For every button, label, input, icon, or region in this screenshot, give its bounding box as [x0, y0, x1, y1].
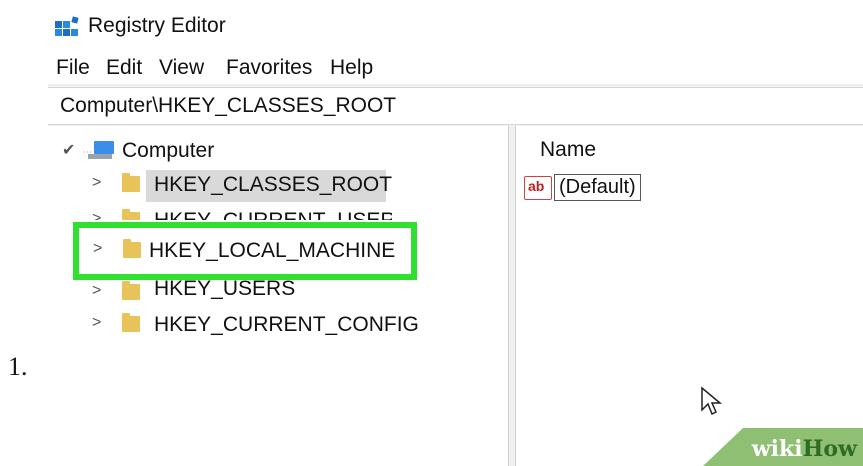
tree-item-label: HKEY_USERS	[154, 280, 296, 300]
menu-file[interactable]: File	[56, 56, 90, 80]
chevron-right-icon[interactable]: >	[92, 210, 101, 220]
folder-icon	[122, 281, 140, 300]
watermark-wiki: wiki	[751, 436, 803, 462]
folder-icon	[122, 313, 140, 332]
computer-icon	[84, 141, 114, 159]
tree-item-computer[interactable]: ✔ Computer	[62, 136, 362, 168]
address-path[interactable]: Computer\HKEY_CLASSES_ROOT	[60, 94, 396, 118]
menu-favorites[interactable]: Favorites	[226, 56, 312, 80]
menu-view[interactable]: View	[159, 56, 204, 80]
string-value-icon: ab	[524, 176, 552, 200]
title-bar: Registry Editor	[48, 0, 863, 48]
chevron-right-icon[interactable]: >	[92, 174, 101, 192]
registry-editor-window: Registry Editor File Edit View Favorites…	[48, 0, 863, 466]
tree-item-label: HKEY_LOCAL_MACHINE	[149, 239, 396, 262]
step-number: 1.	[8, 352, 28, 381]
tree-item-hkey-local-machine[interactable]: > HKEY_LOCAL_MACHINE	[93, 236, 413, 268]
highlight-box: > HKEY_LOCAL_MACHINE	[73, 222, 417, 280]
mouse-cursor-icon	[701, 386, 723, 416]
tree-item-label: HKEY_CURRENT_USER	[154, 209, 392, 220]
watermark-how: How	[802, 436, 857, 462]
values-pane: Name ab (Default)	[516, 126, 863, 466]
menu-edit[interactable]: Edit	[106, 56, 142, 80]
value-name[interactable]: (Default)	[554, 174, 641, 201]
tree-item-label: HKEY_CURRENT_CONFIG	[154, 313, 419, 336]
tree-item-hkey-classes-root[interactable]: > HKEY_CLASSES_ROOT	[92, 170, 392, 202]
folder-icon	[123, 239, 141, 258]
wikihow-watermark: wikiHow	[703, 428, 863, 466]
registry-editor-icon	[55, 16, 79, 36]
tree-item-label: Computer	[122, 139, 215, 162]
menu-help[interactable]: Help	[330, 56, 373, 80]
chevron-right-icon[interactable]: >	[92, 314, 101, 332]
chevron-down-icon[interactable]: ✔	[62, 140, 75, 160]
address-bar[interactable]: Computer\HKEY_CLASSES_ROOT	[48, 87, 863, 125]
chevron-right-icon[interactable]: >	[92, 282, 101, 300]
folder-icon	[122, 173, 140, 192]
tree-item-hkey-current-user[interactable]: > HKEY_CURRENT_USER	[92, 206, 392, 220]
column-header-name[interactable]: Name	[540, 138, 596, 162]
menu-bar: File Edit View Favorites Help	[48, 48, 863, 84]
window-title: Registry Editor	[88, 14, 226, 37]
folder-icon	[122, 209, 140, 220]
tree-item-hkey-users[interactable]: > HKEY_USERS	[92, 280, 392, 310]
pane-splitter[interactable]	[509, 126, 516, 466]
tree-item-label: HKEY_CLASSES_ROOT	[154, 173, 393, 196]
tree-pane: ✔ Computer > HKEY_CLASSES_ROOT > HKEY_CU…	[48, 126, 509, 466]
string-value-icon-text: ab	[528, 178, 545, 194]
watermark-text: wikiHow	[752, 436, 857, 462]
tree-item-hkey-current-config[interactable]: > HKEY_CURRENT_CONFIG	[92, 310, 419, 342]
chevron-right-icon[interactable]: >	[93, 240, 102, 258]
